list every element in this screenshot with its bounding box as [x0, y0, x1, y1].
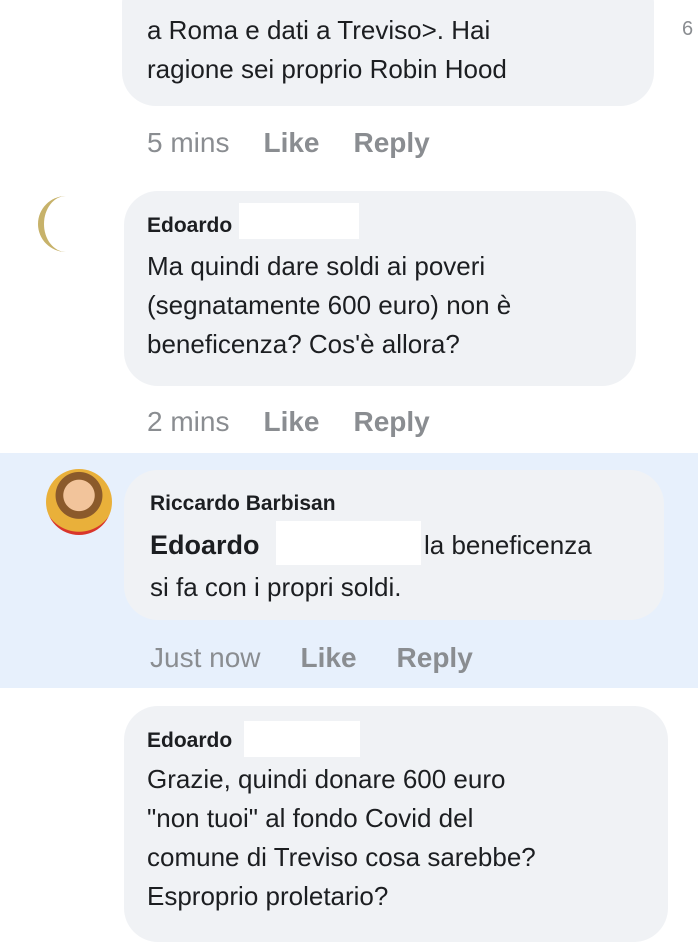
avatar	[38, 196, 68, 252]
edge-text: 6	[682, 18, 694, 40]
comment-actions-1: 5 mins Like Reply	[147, 127, 430, 159]
redaction-box	[244, 721, 360, 757]
reply-button-3[interactable]: Reply	[397, 642, 473, 674]
comment-time-3: Just now	[150, 642, 261, 673]
comment-time-1: 5 mins	[147, 127, 230, 158]
reply-button-2[interactable]: Reply	[354, 406, 430, 438]
like-button-1[interactable]: Like	[263, 127, 319, 159]
like-button-3[interactable]: Like	[301, 642, 357, 674]
mention-link[interactable]: Edoardo	[150, 526, 260, 565]
comment-author-2[interactable]: Edoardo	[147, 214, 232, 238]
avatar-riccardo-barbisan[interactable]	[46, 469, 112, 535]
comment-text-2: Ma quindi dare soldi ai poveri (segnatam…	[147, 251, 512, 359]
comment-author-4[interactable]: Edoardo	[147, 729, 232, 753]
comment-time-2: 2 mins	[147, 406, 230, 437]
comment-text-4: Grazie, quindi donare 600 euro "non tuoi…	[147, 764, 536, 911]
like-button-2[interactable]: Like	[263, 406, 319, 438]
comment-text-3: la beneficenza	[424, 530, 592, 560]
reply-button-1[interactable]: Reply	[354, 127, 430, 159]
comment-actions-2: 2 mins Like Reply	[147, 406, 430, 438]
comment-author-3[interactable]: Riccardo Barbisan	[150, 492, 336, 516]
comment-text-3-line-2: si fa con i propri soldi.	[150, 572, 402, 602]
comment-actions-3: Just now Like Reply	[150, 642, 473, 674]
redaction-box	[276, 521, 421, 565]
redaction-box	[239, 203, 359, 239]
comment-text-1: a Roma e dati a Treviso>. Hai ragione se…	[147, 15, 507, 84]
